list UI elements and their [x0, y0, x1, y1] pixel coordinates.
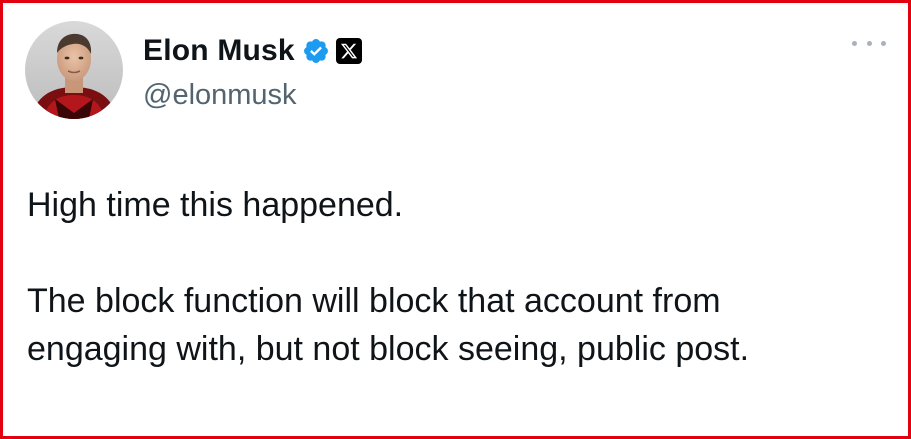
dot-icon: [852, 40, 857, 46]
avatar[interactable]: [25, 21, 123, 119]
tweet-header: Elon Musk @elonmusk: [25, 21, 362, 119]
verified-badge-icon: [302, 37, 330, 65]
tweet-card: Elon Musk @elonmusk High time this happe…: [0, 0, 911, 439]
display-name[interactable]: Elon Musk: [143, 34, 295, 68]
dot-icon: [866, 40, 872, 46]
tweet-body: High time this happened. The block funct…: [27, 181, 868, 373]
author-identity: Elon Musk @elonmusk: [143, 29, 362, 112]
tweet-paragraph: High time this happened.: [27, 186, 404, 224]
username-handle[interactable]: @elonmusk: [143, 79, 362, 112]
x-logo-icon[interactable]: [335, 37, 362, 64]
tweet-paragraph: The block function will block that accou…: [27, 282, 750, 368]
avatar-image: [25, 21, 123, 119]
dot-icon: [881, 40, 886, 46]
more-options-icon[interactable]: [852, 33, 886, 53]
name-row: Elon Musk: [143, 29, 362, 73]
